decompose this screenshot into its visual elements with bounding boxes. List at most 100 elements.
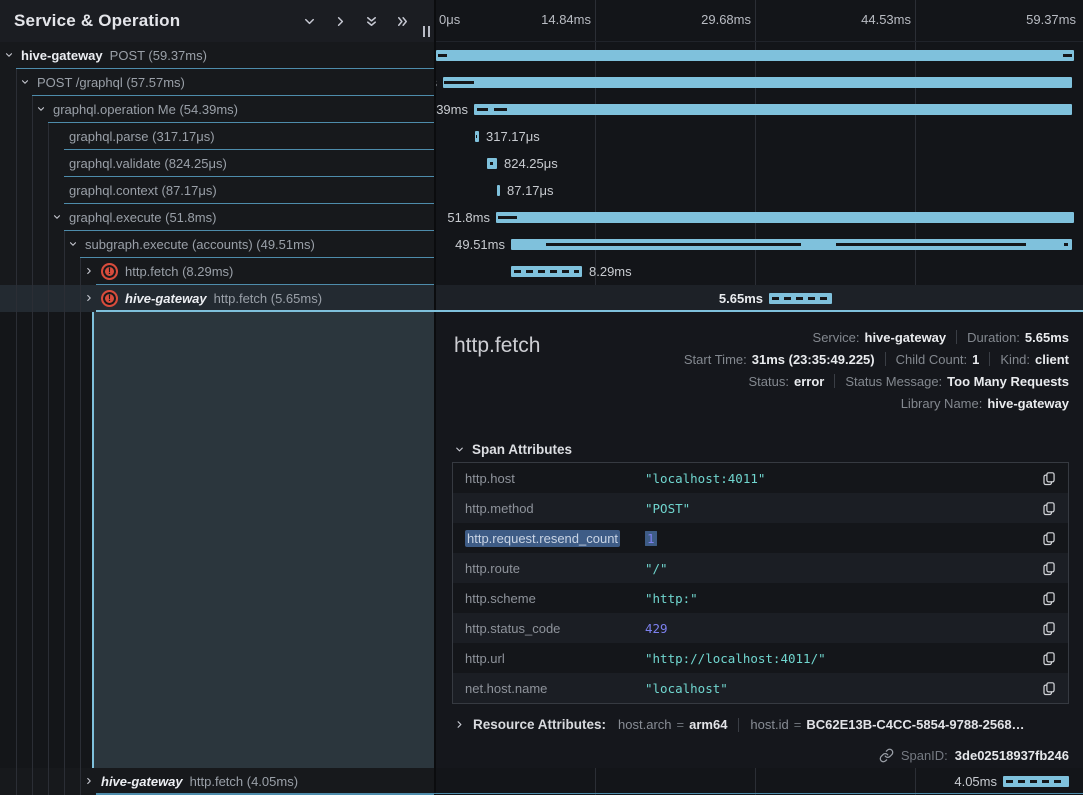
indent-guide — [32, 312, 33, 795]
meta-label: Library Name: — [901, 396, 983, 411]
spanid-value: 3de02518937fb246 — [955, 748, 1069, 763]
operation-name: http.fetch (5.65ms) — [214, 291, 322, 306]
meta-label: Duration: — [967, 330, 1020, 345]
span-attributes-header[interactable]: Span Attributes — [454, 442, 572, 457]
copy-icon[interactable] — [1034, 591, 1068, 606]
copy-icon[interactable] — [1034, 621, 1068, 636]
attribute-key: http.route — [453, 561, 645, 576]
indent-guide — [64, 312, 65, 795]
chevron-down-icon[interactable] — [4, 50, 14, 60]
chevron-down-icon[interactable] — [68, 239, 78, 249]
indent-guide — [48, 312, 49, 795]
span-bar[interactable] — [769, 293, 832, 304]
tree-row[interactable]: graphql.context (87.17μs) — [0, 177, 434, 204]
copy-icon[interactable] — [1034, 681, 1068, 696]
resource-attributes-header[interactable]: Resource Attributes: — [454, 717, 606, 732]
span-bar[interactable] — [487, 158, 497, 169]
span-bar[interactable] — [1003, 776, 1069, 787]
duration-label: 57.57ms — [436, 75, 437, 90]
tree-row[interactable]: graphql.parse (317.17μs) — [0, 123, 434, 150]
tree-row[interactable]: hive-gatewayhttp.fetch (4.05ms) — [0, 768, 434, 795]
collapse-one-icon[interactable] — [302, 14, 317, 29]
timeline-row[interactable]: 49.51ms — [436, 231, 1083, 258]
attribute-value: "http://localhost:4011/" — [645, 651, 1034, 666]
tree-row[interactable]: hive-gatewayPOST (59.37ms) — [0, 42, 434, 69]
timeline-panel: 0μs14.84ms29.68ms44.53ms59.37ms 57.57ms5… — [436, 0, 1083, 795]
copy-icon[interactable] — [1034, 651, 1068, 666]
tree-row[interactable]: subgraph.execute (accounts) (49.51ms) — [0, 231, 434, 258]
timeline-row[interactable]: 54.39ms — [436, 96, 1083, 123]
span-bar[interactable] — [475, 131, 479, 142]
operation-name: graphql.operation Me (54.39ms) — [53, 102, 238, 117]
tree-row[interactable]: graphql.operation Me (54.39ms) — [0, 96, 434, 123]
selected-row-border — [96, 310, 1083, 312]
span-attributes-table: http.host"localhost:4011"http.method"POS… — [452, 462, 1069, 704]
attribute-row: http.route"/" — [453, 553, 1068, 583]
tree-row[interactable]: !http.fetch (8.29ms) — [0, 258, 434, 285]
attribute-value: "/" — [645, 561, 1034, 576]
timeline-row[interactable]: 8.29ms — [436, 258, 1083, 285]
tree-row[interactable]: !hive-gatewayhttp.fetch (5.65ms) — [0, 285, 434, 312]
meta-value: 31ms (23:35:49.225) — [752, 352, 875, 367]
span-bar[interactable] — [474, 104, 1072, 115]
attribute-value: "localhost" — [645, 681, 1034, 696]
chevron-right-icon[interactable] — [84, 293, 94, 303]
expand-all-icon[interactable] — [395, 14, 410, 29]
attribute-row: http.scheme"http:" — [453, 583, 1068, 613]
span-bar[interactable] — [511, 239, 1072, 250]
copy-icon[interactable] — [1034, 531, 1068, 546]
selected-span-expanded-area — [92, 312, 434, 768]
ruler-tick-label: 59.37ms — [1026, 12, 1076, 27]
attribute-key: http.method — [453, 501, 645, 516]
timeline-ruler: 0μs14.84ms29.68ms44.53ms59.37ms — [436, 0, 1083, 42]
chevron-right-icon[interactable] — [84, 776, 94, 786]
timeline-row[interactable]: 57.57ms — [436, 69, 1083, 96]
timeline-row[interactable] — [436, 42, 1083, 69]
copy-icon[interactable] — [1034, 471, 1068, 486]
timeline-row[interactable]: 87.17μs — [436, 177, 1083, 204]
operation-name: graphql.execute (51.8ms) — [69, 210, 216, 225]
timeline-row[interactable]: 51.8ms — [436, 204, 1083, 231]
indent-guide — [48, 177, 49, 204]
meta-value: error — [794, 374, 824, 389]
timeline-row[interactable]: 4.05ms — [436, 768, 1083, 795]
link-icon[interactable] — [879, 748, 894, 763]
collapse-all-icon[interactable] — [364, 14, 379, 29]
chevron-right-icon[interactable] — [84, 266, 94, 276]
indent-guide — [32, 123, 33, 150]
spanid-row: SpanID: 3de02518937fb246 — [879, 748, 1069, 763]
service-name: hive-gateway — [125, 291, 207, 306]
trace-viewer-app: Service & Operation hive-gatewayPOST (59… — [0, 0, 1083, 795]
timeline-row[interactable]: 317.17μs — [436, 123, 1083, 150]
span-bar[interactable] — [496, 212, 1074, 223]
indent-guide — [48, 231, 49, 258]
chevron-down-icon[interactable] — [52, 212, 62, 222]
span-bar[interactable] — [497, 185, 500, 196]
span-bar[interactable] — [436, 50, 1074, 61]
attribute-row: http.method"POST" — [453, 493, 1068, 523]
attribute-row: net.host.name"localhost" — [453, 673, 1068, 703]
chevron-down-icon[interactable] — [36, 104, 46, 114]
indent-guide — [48, 285, 49, 312]
tree-row[interactable]: graphql.validate (824.25μs) — [0, 150, 434, 177]
tree-row[interactable]: graphql.execute (51.8ms) — [0, 204, 434, 231]
timeline-row[interactable]: 824.25μs — [436, 150, 1083, 177]
copy-icon[interactable] — [1034, 501, 1068, 516]
meta-label: Status Message: — [845, 374, 942, 389]
service-operation-panel: Service & Operation hive-gatewayPOST (59… — [0, 0, 434, 795]
operation-name: http.fetch (8.29ms) — [125, 264, 233, 279]
panel-resize-handle[interactable] — [423, 26, 430, 37]
meta-label: Status: — [749, 374, 789, 389]
expand-one-icon[interactable] — [333, 14, 348, 29]
timeline-row[interactable]: 5.65ms — [436, 285, 1083, 312]
copy-icon[interactable] — [1034, 561, 1068, 576]
span-bar[interactable] — [511, 266, 582, 277]
tree-row[interactable]: POST /graphql (57.57ms) — [0, 69, 434, 96]
span-bar[interactable] — [443, 77, 1072, 88]
ruler-tick-label: 14.84ms — [541, 12, 591, 27]
duration-label: 54.39ms — [436, 102, 468, 117]
ruler-tick-label: 0μs — [439, 12, 460, 27]
duration-label: 5.65ms — [719, 291, 763, 306]
chevron-down-icon[interactable] — [20, 77, 30, 87]
attribute-key: http.url — [453, 651, 645, 666]
